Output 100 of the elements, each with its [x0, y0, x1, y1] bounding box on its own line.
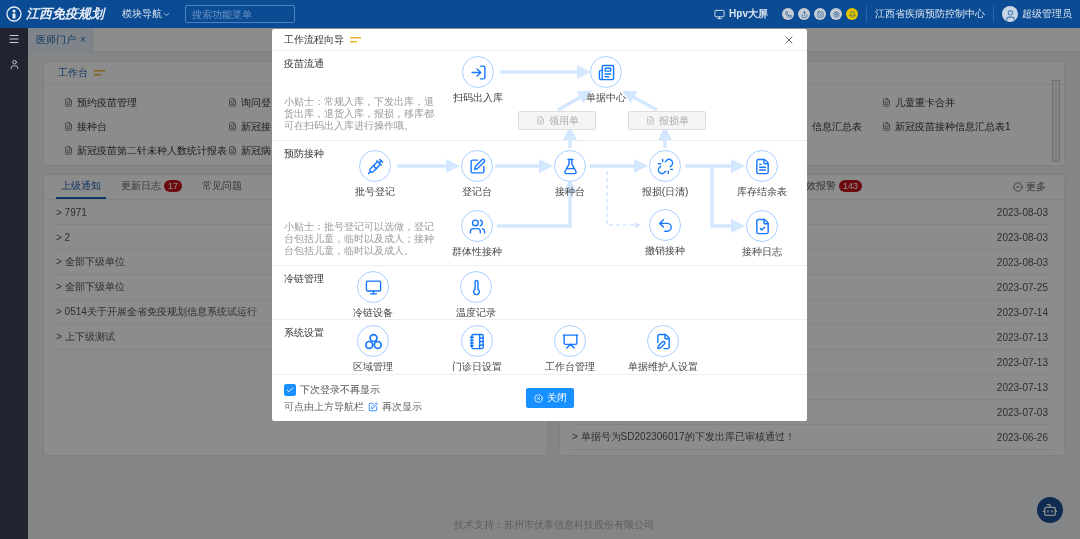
more-icon: [1013, 182, 1023, 192]
flow-arrow: [397, 159, 460, 173]
alert-date: 2023-07-14: [996, 306, 1048, 318]
workbench-link[interactable]: 新冠疫苗第二针未种人数统计报表: [64, 141, 228, 160]
flow-node[interactable]: 接种日志: [726, 210, 798, 259]
module-nav-button[interactable]: 模块导航: [122, 7, 171, 21]
alert-date: 2023-07-13: [996, 381, 1048, 393]
syringe-icon: [366, 157, 384, 175]
flow-node[interactable]: 撤销接种: [629, 209, 701, 258]
hint-text: 再次显示: [382, 399, 422, 414]
alert-date: 2023-06-26: [996, 431, 1048, 443]
presentation-icon: [561, 332, 579, 350]
document-icon: [882, 98, 891, 107]
close-circle-icon: [533, 393, 543, 403]
pen-document-icon: [654, 332, 672, 350]
document-icon: [228, 98, 237, 107]
document-icon: [64, 122, 73, 131]
flow-node[interactable]: 扫码出入库: [442, 56, 514, 105]
flow-node[interactable]: 单据维护人设置: [627, 325, 699, 374]
enter-icon: [469, 63, 487, 81]
lines-icon: [350, 36, 361, 43]
edit-icon: [368, 401, 378, 412]
section-title: 系统设置: [284, 326, 325, 340]
user-name[interactable]: 超级管理员: [1022, 7, 1072, 21]
dialog-title: 工作流程向导: [284, 32, 344, 47]
workbench-link[interactable]: 预约疫苗管理: [64, 93, 228, 112]
alert-date: 2023-07-13: [996, 331, 1048, 343]
big-screen-link[interactable]: Hpv大屏: [729, 7, 768, 21]
alert-date: 2023-08-03: [996, 256, 1048, 268]
flow-node[interactable]: 登记台: [441, 150, 513, 199]
flow-arrow: [495, 159, 553, 173]
monitor-icon[interactable]: [714, 8, 726, 20]
notice-tab[interactable]: 常见问题: [197, 175, 247, 199]
document-icon: [64, 98, 73, 107]
count-badge: 17: [164, 180, 182, 192]
person-icon[interactable]: [8, 59, 20, 70]
alert-text[interactable]: > 单据号为SD202306017的下发出库已审核通过！: [572, 430, 795, 444]
alert-date: 2023-08-03: [996, 206, 1048, 218]
section-title: 疫苗流通: [284, 57, 325, 71]
phone-icon[interactable]: [782, 8, 794, 20]
undo-icon: [656, 216, 674, 234]
check-icon: [286, 385, 294, 394]
flow-node[interactable]: 报损(日清): [629, 150, 701, 199]
edit-icon: [468, 157, 486, 175]
logo-text: 江西免疫规划: [26, 5, 104, 23]
newspaper-icon: [597, 63, 615, 81]
alert-date: 2023-08-03: [996, 231, 1048, 243]
people-icon: [468, 217, 486, 235]
flow-arrow: [590, 159, 648, 173]
document-icon: [228, 146, 237, 155]
flow-node[interactable]: 门诊日设置: [441, 325, 513, 374]
monitor-icon: [364, 278, 382, 296]
logo-icon: [6, 6, 22, 22]
document-icon: [645, 116, 655, 125]
document-icon: [753, 157, 771, 175]
workbench-link[interactable]: 接种台: [64, 117, 228, 136]
document-icon: [535, 116, 545, 125]
alert-date: 2023-07-03: [996, 406, 1048, 418]
section-title: 预防接种: [284, 147, 325, 161]
dashed-arrow: [606, 170, 641, 228]
bell-icon[interactable]: [846, 8, 858, 20]
checked-document-icon: [753, 217, 771, 235]
close-icon[interactable]: [814, 8, 826, 20]
robot-icon: [1042, 502, 1058, 518]
section-title: 冷链管理: [284, 272, 325, 286]
settings-icon[interactable]: [830, 8, 842, 20]
broken-link-icon: [656, 157, 674, 175]
workbench-link[interactable]: 儿童重卡合并: [882, 93, 1042, 112]
flow-node[interactable]: 接种台: [534, 150, 606, 199]
hint-text: 可点由上方导航栏: [284, 399, 364, 414]
scrollbar[interactable]: [1052, 80, 1060, 162]
tip-text: 小贴士：常规入库，下发出库，退货出库，退货入库，报损，移库都可在扫码出入库进行操作哦。: [284, 96, 435, 132]
checkbox[interactable]: [284, 383, 296, 396]
share-icon[interactable]: [798, 8, 810, 20]
card-title: 工作台: [58, 66, 88, 80]
circles-icon: [364, 332, 382, 350]
notice-tab[interactable]: 更新日志 17: [116, 175, 187, 199]
dont-show-checkbox[interactable]: 下次登录不再显示: [284, 382, 526, 397]
avatar-icon: [1002, 6, 1018, 22]
flow-node[interactable]: 工作台管理: [534, 325, 606, 374]
robot-button[interactable]: [1037, 497, 1063, 523]
flow-node[interactable]: 冷链设备: [337, 271, 409, 320]
menu-icon[interactable]: [8, 33, 20, 45]
notebook-icon: [468, 332, 486, 350]
document-icon: [64, 146, 73, 155]
flask-icon: [561, 157, 579, 175]
organization-name: 江西省疾病预防控制中心: [875, 7, 985, 21]
notice-tab[interactable]: 上级通知: [56, 175, 106, 199]
lines-icon: [94, 70, 105, 76]
workbench-link[interactable]: 新冠疫苗接种信息汇总表1: [882, 117, 1042, 136]
flow-node[interactable]: 区域管理: [337, 325, 409, 374]
document-icon: [882, 122, 891, 131]
count-badge: 143: [839, 180, 863, 192]
more-button[interactable]: 更多: [1007, 179, 1052, 195]
search-field[interactable]: 搜索功能菜单: [185, 5, 295, 23]
document-icon: [228, 122, 237, 131]
flow-node[interactable]: 批号登记: [339, 150, 411, 199]
flow-node[interactable]: 单据中心: [570, 56, 642, 105]
flow-node[interactable]: 库存结余表: [726, 150, 798, 199]
flow-node[interactable]: 温度记录: [440, 271, 512, 320]
